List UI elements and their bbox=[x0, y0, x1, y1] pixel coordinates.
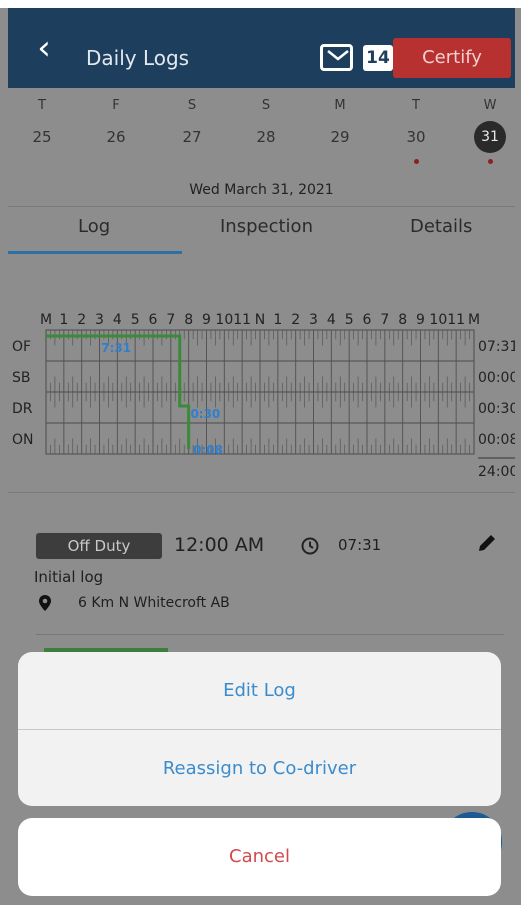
day-29[interactable]: M 29 bbox=[312, 88, 368, 153]
violation-dot bbox=[413, 159, 419, 164]
row-total: 00:08 bbox=[478, 432, 515, 448]
row-total: 00:30 bbox=[478, 401, 515, 417]
row-label: DR bbox=[12, 401, 33, 417]
selected-date: Wed March 31, 2021 bbox=[189, 182, 334, 198]
day-of-week-label: S bbox=[261, 98, 271, 113]
row-total: 00:00 bbox=[478, 370, 515, 386]
active-tab-indicator bbox=[8, 251, 182, 254]
hour-label: M bbox=[40, 312, 52, 328]
divider bbox=[8, 206, 515, 207]
app-header: ‹ Daily Logs 14 Certify bbox=[8, 8, 515, 88]
hour-label: 7 bbox=[166, 312, 175, 328]
hour-label: 11 bbox=[233, 312, 251, 328]
log-graph: M 1 2 3 4 5 6 7 8 9 10 11 N 1 2 3 4 5 6 7 8 9 10 11 M OF 07:31 SB 00… bbox=[8, 300, 518, 485]
tab-inspection[interactable]: Inspection bbox=[220, 216, 313, 237]
hour-label: 2 bbox=[291, 312, 300, 328]
hour-label: 2 bbox=[77, 312, 86, 328]
week-strip: T 25 F 26 S 27 S 28 M 29 T 30 W 31 Wed March 31, 2021 bbox=[8, 88, 515, 206]
hour-label: 10 bbox=[429, 312, 447, 328]
status-bar bbox=[0, 0, 521, 8]
day-number: 25 bbox=[32, 128, 52, 146]
segment-duration-label: 7:31 bbox=[101, 341, 131, 355]
hour-label: 6 bbox=[149, 312, 158, 328]
day-26[interactable]: F 26 bbox=[88, 88, 144, 153]
hour-label: 5 bbox=[345, 312, 354, 328]
hour-label: 3 bbox=[95, 312, 104, 328]
clock-icon bbox=[301, 537, 319, 555]
segment-duration-label: 0:08 bbox=[193, 443, 223, 457]
cancel-button[interactable]: Cancel bbox=[18, 818, 501, 896]
reassign-codriver-button[interactable]: Reassign to Co-driver bbox=[18, 730, 501, 807]
day-number: 31 bbox=[474, 121, 506, 153]
hour-label: M bbox=[468, 312, 480, 328]
day-number: 26 bbox=[106, 128, 126, 146]
unread-count-badge[interactable]: 14 bbox=[363, 45, 393, 71]
hour-label: 10 bbox=[215, 312, 233, 328]
day-of-week-label: T bbox=[412, 98, 420, 113]
segment-duration-label: 0:30 bbox=[190, 407, 220, 421]
day-31[interactable]: W 31 bbox=[462, 88, 518, 164]
hour-label: 8 bbox=[398, 312, 407, 328]
tab-bar: Log Inspection Details bbox=[8, 208, 515, 256]
row-label: SB bbox=[12, 370, 31, 386]
page-title: Daily Logs bbox=[86, 46, 190, 70]
tab-details[interactable]: Details bbox=[410, 216, 472, 237]
entry-location: 6 Km N Whitecroft AB bbox=[78, 595, 230, 611]
row-total: 07:31 bbox=[478, 339, 515, 355]
tab-log[interactable]: Log bbox=[78, 216, 110, 237]
divider bbox=[8, 492, 515, 493]
entry-duration: 07:31 bbox=[338, 536, 382, 554]
hour-label: 9 bbox=[202, 312, 211, 328]
hour-label: 1 bbox=[59, 312, 68, 328]
entry-start-time: 12:00 AM bbox=[174, 534, 265, 556]
day-number: 30 bbox=[406, 128, 426, 146]
log-entry[interactable]: Off Duty 12:00 AM 07:31 Initial log 6 Km… bbox=[8, 500, 515, 658]
edit-log-button[interactable]: Edit Log bbox=[18, 652, 501, 729]
hour-label: 1 bbox=[273, 312, 282, 328]
hour-label: 3 bbox=[309, 312, 318, 328]
day-number: 27 bbox=[182, 128, 202, 146]
chevron-left-icon: ‹ bbox=[37, 28, 51, 68]
violation-dot bbox=[487, 159, 493, 164]
day-of-week-label: M bbox=[334, 98, 346, 113]
grand-total: 24:00 bbox=[478, 464, 515, 480]
hour-label: 11 bbox=[447, 312, 465, 328]
day-30[interactable]: T 30 bbox=[388, 88, 444, 164]
certify-button[interactable]: Certify bbox=[393, 38, 511, 78]
row-label: ON bbox=[12, 432, 34, 448]
hour-label: 7 bbox=[380, 312, 389, 328]
day-of-week-label: T bbox=[38, 98, 46, 113]
entry-divider bbox=[36, 634, 504, 635]
day-of-week-label: S bbox=[187, 98, 197, 113]
duty-status-badge: Off Duty bbox=[36, 533, 162, 559]
hour-label: 5 bbox=[131, 312, 140, 328]
entry-note: Initial log bbox=[34, 568, 104, 586]
day-28[interactable]: S 28 bbox=[238, 88, 294, 153]
hour-label: 9 bbox=[416, 312, 425, 328]
day-27[interactable]: S 27 bbox=[164, 88, 220, 153]
hour-label: N bbox=[255, 312, 265, 328]
location-pin-icon bbox=[39, 595, 51, 611]
hour-label: 4 bbox=[327, 312, 336, 328]
hour-label: 4 bbox=[113, 312, 122, 328]
pencil-icon[interactable] bbox=[476, 532, 498, 554]
back-button[interactable]: ‹ bbox=[30, 30, 58, 66]
day-25[interactable]: T 25 bbox=[14, 88, 70, 153]
envelope-icon bbox=[327, 50, 349, 61]
day-number: 29 bbox=[330, 128, 350, 146]
messages-button[interactable] bbox=[320, 44, 353, 71]
hour-label: 8 bbox=[184, 312, 193, 328]
hour-label: 6 bbox=[363, 312, 372, 328]
row-label: OF bbox=[12, 339, 31, 355]
day-number: 28 bbox=[256, 128, 276, 146]
day-of-week-label: W bbox=[483, 98, 497, 113]
action-sheet: Edit Log Reassign to Co-driver bbox=[18, 652, 501, 806]
day-of-week-label: F bbox=[112, 98, 120, 113]
